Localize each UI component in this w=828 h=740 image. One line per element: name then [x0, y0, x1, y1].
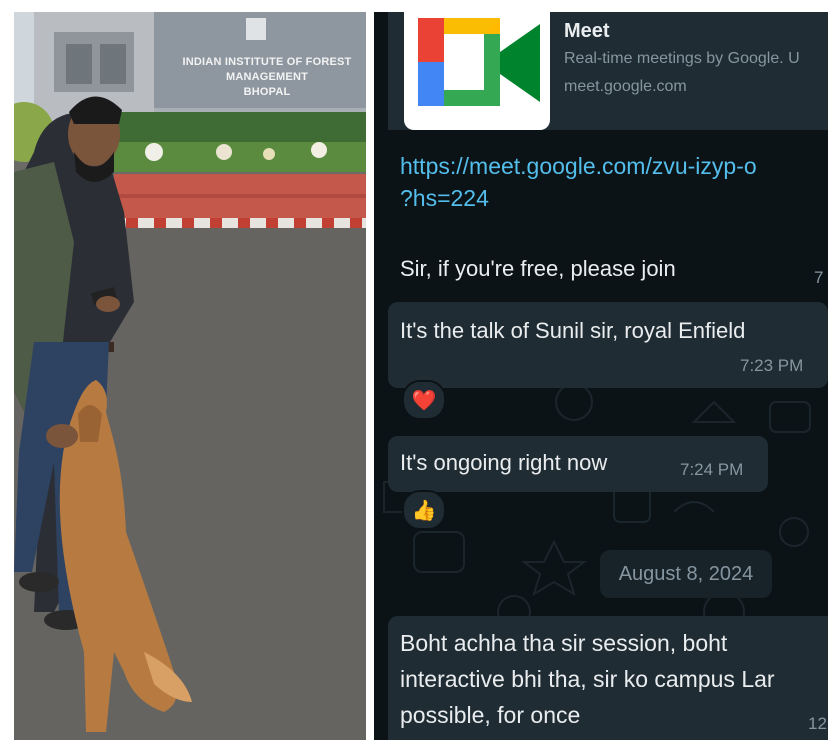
photo-panel: INDIAN INSTITUTE OF FOREST MANAGEMENT BH… — [14, 12, 366, 740]
google-meet-logo-icon — [404, 12, 550, 130]
thumbs-up-reaction-icon[interactable]: 👍 — [402, 490, 446, 530]
message-text: It's the talk of Sunil sir, royal Enfiel… — [400, 318, 746, 343]
message-text: Sir, if you're free, please join — [400, 256, 676, 281]
message-bubble[interactable]: Boht achha tha sir session, boht interac… — [388, 616, 828, 740]
link-preview-card[interactable]: Meet Real-time meetings by Google. U mee… — [388, 12, 828, 130]
meeting-link-line-2[interactable]: ?hs=224 — [400, 182, 757, 214]
message-time: 12 — [808, 714, 827, 733]
date-separator: August 8, 2024 — [600, 550, 772, 598]
preview-description: Real-time meetings by Google. U — [564, 50, 800, 67]
campus-photo — [14, 12, 366, 740]
meeting-link-line-1[interactable]: https://meet.google.com/zvu-izyp-o — [400, 150, 757, 182]
reaction-emoji: 👍 — [411, 499, 437, 522]
preview-domain: meet.google.com — [564, 78, 687, 95]
reaction-emoji: ❤️ — [411, 389, 437, 412]
preview-title: Meet — [564, 20, 610, 42]
chat-panel[interactable]: Meet Real-time meetings by Google. U mee… — [374, 12, 828, 740]
iifm-logo-icon — [246, 18, 266, 40]
message-line-2: interactive bhi tha, sir ko campus Lar — [400, 666, 775, 692]
message-time: 7 — [814, 268, 824, 287]
message-text: It's ongoing right now — [400, 450, 608, 475]
message-bubble[interactable]: It's ongoing right now 7:24 PM — [388, 436, 768, 492]
message-line-1: Boht achha tha sir session, boht — [400, 630, 728, 656]
image-divider — [366, 12, 374, 740]
message-bubble[interactable]: It's the talk of Sunil sir, royal Enfiel… — [388, 302, 828, 388]
sign-line-1: INDIAN INSTITUTE OF FOREST MANAGEMENT — [182, 56, 352, 83]
message-time: 7:24 PM — [680, 460, 744, 479]
message-time: 7:23 PM — [740, 356, 804, 375]
sign-line-2: BHOPAL — [243, 86, 291, 98]
heart-reaction-icon[interactable]: ❤️ — [402, 380, 446, 420]
meeting-link[interactable]: https://meet.google.com/zvu-izyp-o ?hs=2… — [400, 150, 757, 214]
institute-sign: INDIAN INSTITUTE OF FOREST MANAGEMENT BH… — [160, 55, 366, 100]
screenshot-frame: INDIAN INSTITUTE OF FOREST MANAGEMENT BH… — [0, 0, 828, 740]
message-line-3: possible, for once — [400, 702, 581, 728]
